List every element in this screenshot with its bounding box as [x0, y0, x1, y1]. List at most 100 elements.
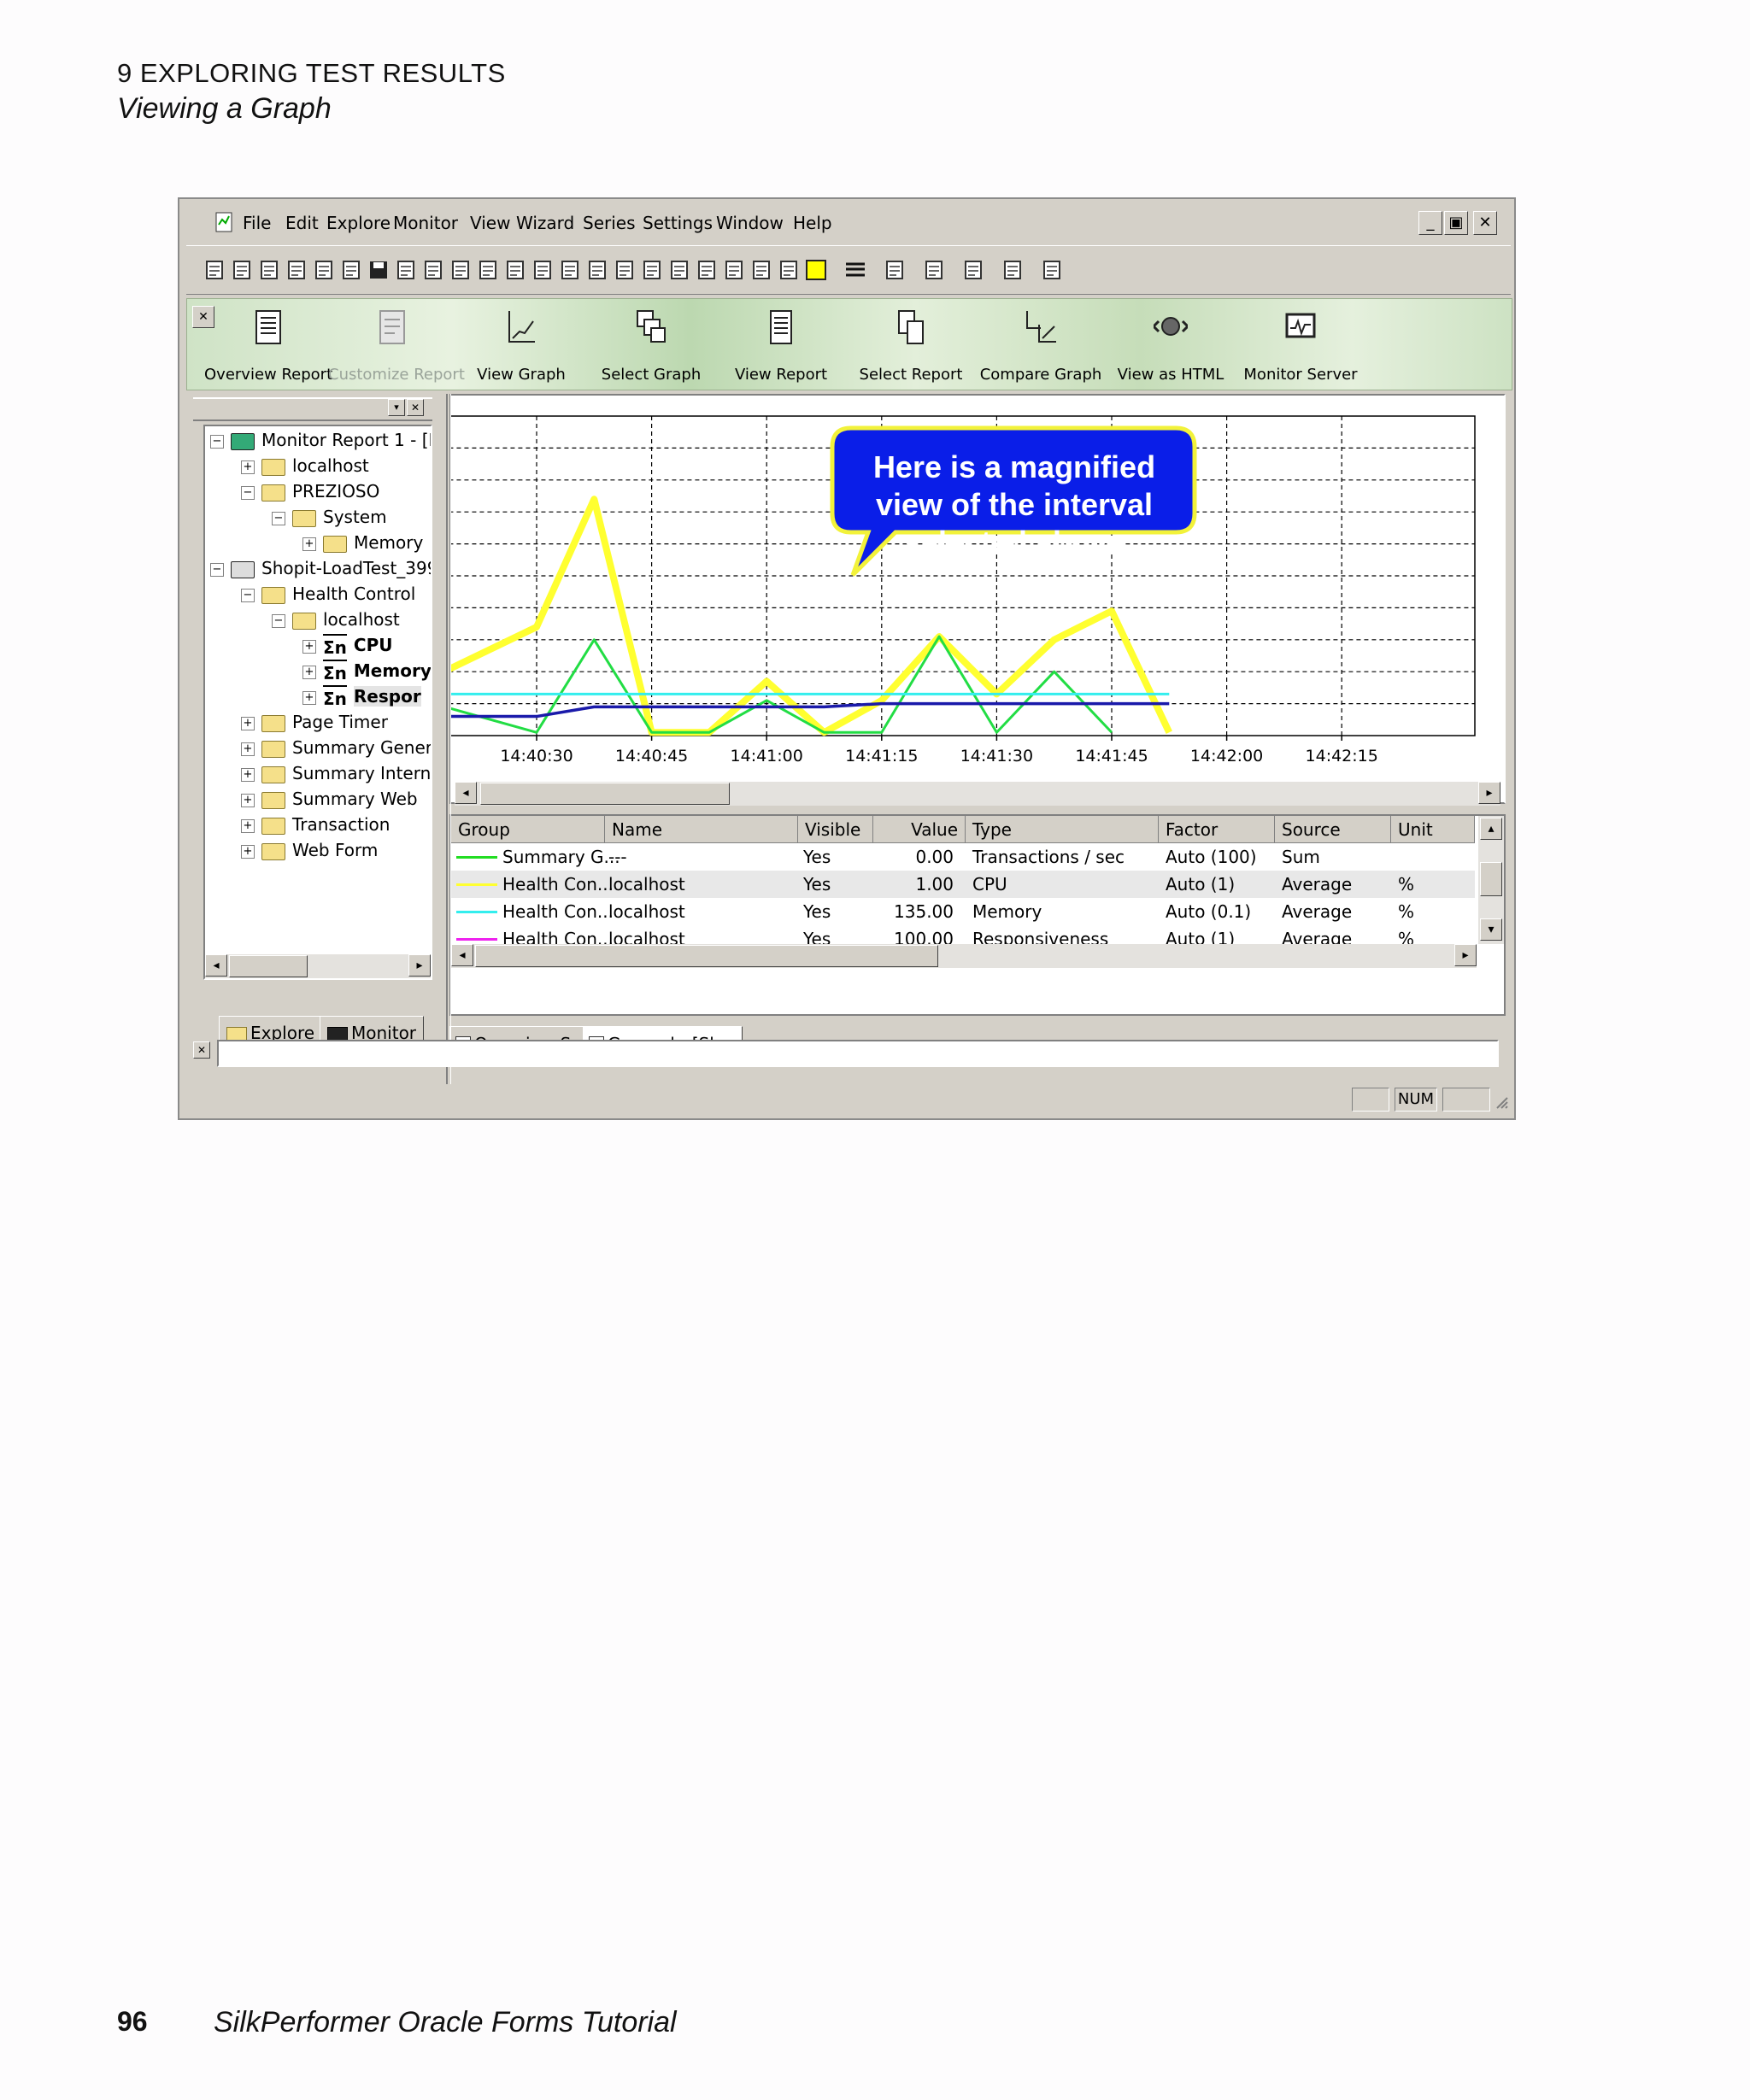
scroll-right-icon[interactable]: ▸: [1478, 782, 1500, 804]
tree-item-cpu[interactable]: + Σn CPU: [302, 633, 392, 658]
col-header-factor[interactable]: Factor: [1159, 816, 1275, 843]
graph-window-icon[interactable]: [639, 258, 665, 282]
print-icon[interactable]: [420, 258, 446, 282]
tree-item-summary-internet[interactable]: +Summary Internet: [241, 761, 431, 785]
zoom-icon[interactable]: [557, 258, 583, 282]
panel-dropdown-icon[interactable]: ▾: [388, 399, 405, 416]
close-button[interactable]: ✕: [1473, 211, 1497, 235]
tree-item-page-timer[interactable]: + Page Timer: [241, 710, 388, 734]
resize-grip-icon[interactable]: [1494, 1091, 1509, 1110]
tree-item-health-control[interactable]: − Health Control: [241, 582, 415, 606]
grid-icon[interactable]: [1000, 258, 1025, 282]
menu-settings[interactable]: Settings: [643, 213, 713, 233]
scroll-right-icon[interactable]: ▸: [408, 954, 431, 977]
panel-splitter[interactable]: [446, 394, 451, 1084]
tree-item-system[interactable]: − System: [272, 505, 387, 529]
panel-close-icon[interactable]: ✕: [407, 399, 424, 416]
tree-hscrollbar[interactable]: ◂ ▸: [205, 954, 431, 978]
edit-icon[interactable]: [502, 258, 528, 282]
marker-icon[interactable]: [921, 258, 947, 282]
scroll-thumb[interactable]: [229, 955, 308, 977]
scroll-thumb[interactable]: [480, 783, 730, 805]
scroll-thumb[interactable]: [475, 945, 938, 967]
menu-series[interactable]: Series: [583, 213, 636, 233]
open-folder-icon[interactable]: [338, 258, 364, 282]
command-input[interactable]: [217, 1040, 1499, 1067]
save-image-icon[interactable]: [256, 258, 282, 282]
tree-item-localhost-2[interactable]: − localhost: [272, 607, 400, 631]
tree-item-monitor-report[interactable]: − Monitor Report 1 - [PR: [210, 428, 431, 452]
col-header-type[interactable]: Type: [966, 816, 1159, 843]
scroll-left-icon[interactable]: ◂: [455, 782, 477, 804]
export-icon[interactable]: [776, 258, 802, 282]
grid-hscrollbar[interactable]: ◂ ▸: [451, 944, 1477, 968]
menu-explore[interactable]: Explore: [326, 213, 391, 233]
col-header-value[interactable]: Value: [873, 816, 966, 843]
col-header-name[interactable]: Name: [605, 816, 798, 843]
save-icon[interactable]: [366, 258, 391, 282]
menu-view[interactable]: View: [470, 213, 510, 233]
grid-row[interactable]: Health Con... localhost Yes 1.00 CPU Auto (1)…: [451, 871, 1475, 898]
tree-item-loadtest[interactable]: − Shopit-LoadTest_399: [210, 556, 431, 580]
minimize-button[interactable]: _: [1418, 211, 1442, 235]
tree-item-localhost[interactable]: + localhost: [241, 454, 369, 478]
restore-button[interactable]: ▣: [1444, 211, 1468, 235]
new-report-icon[interactable]: [202, 258, 227, 282]
col-header-source[interactable]: Source: [1275, 816, 1391, 843]
trend-icon[interactable]: [694, 258, 719, 282]
scroll-left-icon[interactable]: ◂: [205, 954, 227, 977]
print-preview-icon[interactable]: [393, 258, 419, 282]
capture-icon[interactable]: [448, 258, 473, 282]
menu-wizard[interactable]: Wizard: [516, 213, 574, 233]
overview-report-button[interactable]: Overview Report: [204, 299, 332, 390]
menu-edit[interactable]: Edit: [285, 213, 319, 233]
view-as-html-button[interactable]: View as HTML: [1107, 299, 1235, 390]
scroll-left-icon[interactable]: ◂: [451, 944, 473, 966]
menu-help[interactable]: Help: [793, 213, 832, 233]
tree-item-transaction[interactable]: + Transaction: [241, 812, 390, 836]
scroll-up-icon[interactable]: ▴: [1480, 818, 1502, 840]
menu-monitor[interactable]: Monitor: [393, 213, 458, 233]
view-graph-button[interactable]: View Graph: [457, 299, 585, 390]
view-report-button[interactable]: View Report: [717, 299, 845, 390]
line-width-icon[interactable]: [843, 258, 868, 282]
scroll-right-icon[interactable]: ▸: [1454, 944, 1477, 966]
compare-graph-button[interactable]: Compare Graph: [977, 299, 1105, 390]
refresh-icon[interactable]: [284, 258, 309, 282]
pencil-icon[interactable]: [530, 258, 555, 282]
tree-item-summary-web[interactable]: + Summary Web: [241, 787, 418, 811]
scale-icon[interactable]: [667, 258, 692, 282]
command-bar-close-icon[interactable]: ✕: [193, 1041, 210, 1059]
col-header-group[interactable]: Group: [451, 816, 605, 843]
align-icon[interactable]: [749, 258, 774, 282]
color-icon[interactable]: [803, 258, 829, 282]
grid-vscrollbar[interactable]: ▴ ▾: [1478, 816, 1504, 944]
tree-item-web-form[interactable]: + Web Form: [241, 838, 378, 862]
col-header-unit[interactable]: Unit: [1391, 816, 1475, 843]
tree-item-prezioso[interactable]: − PREZIOSO: [241, 479, 379, 503]
select-report-button[interactable]: Select Report: [847, 299, 975, 390]
tree-item-responsiveness[interactable]: + Σn Respor: [302, 684, 421, 709]
customize-report-button[interactable]: Customize Report: [328, 299, 465, 390]
grid-row[interactable]: Summary G... --- Yes 0.00 Transactions / sec…: [451, 843, 1475, 871]
tree-item-memory[interactable]: + Σn Memory: [302, 659, 431, 683]
monitor-server-button[interactable]: Monitor Server: [1236, 299, 1365, 390]
col-header-visible[interactable]: Visible: [798, 816, 873, 843]
window-icon[interactable]: [612, 258, 637, 282]
stop-icon[interactable]: [475, 258, 501, 282]
grid-row[interactable]: Health Con... localhost Yes 135.00 Memory Aut…: [451, 898, 1475, 925]
tree-item-memory-folder[interactable]: + Memory: [302, 531, 423, 554]
exponent-icon[interactable]: [960, 258, 986, 282]
lock-icon[interactable]: [1039, 258, 1065, 282]
open-report-icon[interactable]: [229, 258, 255, 282]
chart-hscrollbar[interactable]: ◂ ▸: [455, 782, 1500, 806]
move-icon[interactable]: [721, 258, 747, 282]
document-icon[interactable]: [214, 211, 236, 235]
light-icon[interactable]: [584, 258, 610, 282]
scroll-thumb[interactable]: [1480, 862, 1502, 896]
report-icon[interactable]: [311, 258, 337, 282]
tree-item-summary-general[interactable]: + Summary Genera: [241, 736, 431, 760]
menu-file[interactable]: File: [243, 213, 271, 233]
select-graph-button[interactable]: Select Graph: [587, 299, 715, 390]
scroll-down-icon[interactable]: ▾: [1480, 918, 1502, 941]
